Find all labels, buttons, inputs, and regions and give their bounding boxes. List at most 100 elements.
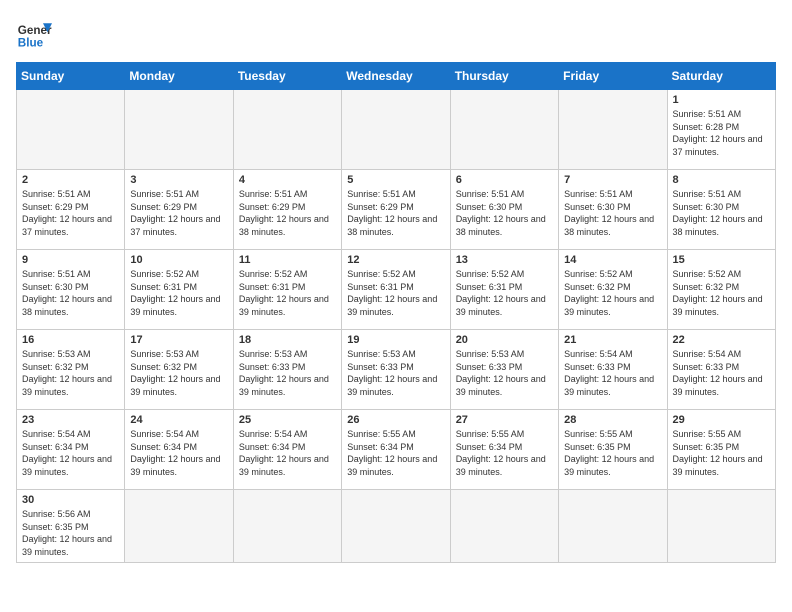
cell-info: Sunrise: 5:54 AM Sunset: 6:34 PM Dayligh… — [22, 428, 119, 478]
calendar-table: SundayMondayTuesdayWednesdayThursdayFrid… — [16, 62, 776, 563]
day-number: 4 — [239, 174, 336, 186]
cell-info: Sunrise: 5:52 AM Sunset: 6:31 PM Dayligh… — [456, 268, 553, 318]
calendar-cell — [125, 490, 233, 563]
calendar-cell — [342, 490, 450, 563]
day-number: 16 — [22, 334, 119, 346]
calendar-cell: 2 Sunrise: 5:51 AM Sunset: 6:29 PM Daylig… — [17, 170, 125, 250]
calendar-cell: 13 Sunrise: 5:52 AM Sunset: 6:31 PM Dayli… — [450, 250, 558, 330]
day-number: 1 — [673, 94, 770, 106]
calendar-cell — [559, 490, 667, 563]
calendar-header: General Blue — [16, 16, 776, 52]
cell-info: Sunrise: 5:52 AM Sunset: 6:31 PM Dayligh… — [347, 268, 444, 318]
cell-info: Sunrise: 5:55 AM Sunset: 6:34 PM Dayligh… — [347, 428, 444, 478]
logo: General Blue — [16, 16, 52, 52]
day-of-week-header: Thursday — [450, 63, 558, 90]
day-number: 27 — [456, 414, 553, 426]
calendar-cell: 19Sunrise: 5:53 AM Sunset: 6:33 PM Dayli… — [342, 330, 450, 410]
day-number: 14 — [564, 254, 661, 266]
calendar-cell: 14 Sunrise: 5:52 AM Sunset: 6:32 PM Dayli… — [559, 250, 667, 330]
day-number: 11 — [239, 254, 336, 266]
calendar-cell: 23 Sunrise: 5:54 AM Sunset: 6:34 PM Dayli… — [17, 410, 125, 490]
calendar-cell — [559, 90, 667, 170]
day-of-week-header: Friday — [559, 63, 667, 90]
day-of-week-header: Monday — [125, 63, 233, 90]
day-number: 7 — [564, 174, 661, 186]
day-number: 21 — [564, 334, 661, 346]
cell-info: Sunrise: 5:51 AM Sunset: 6:29 PM Dayligh… — [239, 188, 336, 238]
calendar-cell: 21 Sunrise: 5:54 AM Sunset: 6:33 PM Dayli… — [559, 330, 667, 410]
calendar-cell: 28 Sunrise: 5:55 AM Sunset: 6:35 PM Dayli… — [559, 410, 667, 490]
day-number: 5 — [347, 174, 444, 186]
cell-info: Sunrise: 5:51 AM Sunset: 6:29 PM Dayligh… — [22, 188, 119, 238]
cell-info: Sunrise: 5:54 AM Sunset: 6:34 PM Dayligh… — [239, 428, 336, 478]
calendar-cell: 17Sunrise: 5:53 AM Sunset: 6:32 PM Dayli… — [125, 330, 233, 410]
day-number: 25 — [239, 414, 336, 426]
calendar-cell — [125, 90, 233, 170]
cell-info: Sunrise: 5:53 AM Sunset: 6:33 PM Dayligh… — [347, 348, 444, 398]
calendar-cell: 1 Sunrise: 5:51 AM Sunset: 6:28 PM Daylig… — [667, 90, 775, 170]
calendar-cell: 18Sunrise: 5:53 AM Sunset: 6:33 PM Dayli… — [233, 330, 341, 410]
calendar-cell — [17, 90, 125, 170]
day-number: 29 — [673, 414, 770, 426]
cell-info: Sunrise: 5:53 AM Sunset: 6:32 PM Dayligh… — [130, 348, 227, 398]
logo-icon: General Blue — [16, 16, 52, 52]
cell-info: Sunrise: 5:51 AM Sunset: 6:29 PM Dayligh… — [347, 188, 444, 238]
day-number: 13 — [456, 254, 553, 266]
cell-info: Sunrise: 5:53 AM Sunset: 6:32 PM Dayligh… — [22, 348, 119, 398]
day-number: 28 — [564, 414, 661, 426]
calendar-cell: 11 Sunrise: 5:52 AM Sunset: 6:31 PM Dayli… — [233, 250, 341, 330]
calendar-cell: 10 Sunrise: 5:52 AM Sunset: 6:31 PM Dayli… — [125, 250, 233, 330]
calendar-cell: 30 Sunrise: 5:56 AM Sunset: 6:35 PM Dayli… — [17, 490, 125, 563]
day-of-week-header: Wednesday — [342, 63, 450, 90]
day-number: 10 — [130, 254, 227, 266]
calendar-cell — [342, 90, 450, 170]
cell-info: Sunrise: 5:56 AM Sunset: 6:35 PM Dayligh… — [22, 508, 119, 558]
day-number: 8 — [673, 174, 770, 186]
day-number: 22 — [673, 334, 770, 346]
calendar-cell: 4 Sunrise: 5:51 AM Sunset: 6:29 PM Daylig… — [233, 170, 341, 250]
day-number: 20 — [456, 334, 553, 346]
day-of-week-header: Tuesday — [233, 63, 341, 90]
cell-info: Sunrise: 5:52 AM Sunset: 6:32 PM Dayligh… — [564, 268, 661, 318]
calendar-cell: 9 Sunrise: 5:51 AM Sunset: 6:30 PM Daylig… — [17, 250, 125, 330]
cell-info: Sunrise: 5:51 AM Sunset: 6:30 PM Dayligh… — [673, 188, 770, 238]
cell-info: Sunrise: 5:53 AM Sunset: 6:33 PM Dayligh… — [456, 348, 553, 398]
calendar-cell — [233, 90, 341, 170]
day-number: 30 — [22, 494, 119, 506]
cell-info: Sunrise: 5:55 AM Sunset: 6:35 PM Dayligh… — [564, 428, 661, 478]
cell-info: Sunrise: 5:51 AM Sunset: 6:29 PM Dayligh… — [130, 188, 227, 238]
day-number: 9 — [22, 254, 119, 266]
day-number: 23 — [22, 414, 119, 426]
day-number: 2 — [22, 174, 119, 186]
cell-info: Sunrise: 5:52 AM Sunset: 6:31 PM Dayligh… — [239, 268, 336, 318]
day-number: 18 — [239, 334, 336, 346]
cell-info: Sunrise: 5:54 AM Sunset: 6:33 PM Dayligh… — [673, 348, 770, 398]
calendar-cell: 12 Sunrise: 5:52 AM Sunset: 6:31 PM Dayli… — [342, 250, 450, 330]
day-number: 15 — [673, 254, 770, 266]
calendar-cell: 29 Sunrise: 5:55 AM Sunset: 6:35 PM Dayli… — [667, 410, 775, 490]
day-number: 3 — [130, 174, 227, 186]
day-number: 6 — [456, 174, 553, 186]
calendar-cell: 24Sunrise: 5:54 AM Sunset: 6:34 PM Dayli… — [125, 410, 233, 490]
calendar-cell — [450, 90, 558, 170]
calendar-cell: 26Sunrise: 5:55 AM Sunset: 6:34 PM Dayli… — [342, 410, 450, 490]
calendar-cell — [667, 490, 775, 563]
cell-info: Sunrise: 5:55 AM Sunset: 6:35 PM Dayligh… — [673, 428, 770, 478]
calendar-cell: 15 Sunrise: 5:52 AM Sunset: 6:32 PM Dayli… — [667, 250, 775, 330]
svg-text:Blue: Blue — [18, 37, 44, 50]
calendar-cell: 25 Sunrise: 5:54 AM Sunset: 6:34 PM Dayli… — [233, 410, 341, 490]
calendar-cell: 6 Sunrise: 5:51 AM Sunset: 6:30 PM Daylig… — [450, 170, 558, 250]
calendar-cell: 16 Sunrise: 5:53 AM Sunset: 6:32 PM Dayli… — [17, 330, 125, 410]
cell-info: Sunrise: 5:54 AM Sunset: 6:33 PM Dayligh… — [564, 348, 661, 398]
calendar-cell: 7Sunrise: 5:51 AM Sunset: 6:30 PM Daylig… — [559, 170, 667, 250]
calendar-cell: 8 Sunrise: 5:51 AM Sunset: 6:30 PM Daylig… — [667, 170, 775, 250]
cell-info: Sunrise: 5:51 AM Sunset: 6:30 PM Dayligh… — [456, 188, 553, 238]
calendar-cell: 5 Sunrise: 5:51 AM Sunset: 6:29 PM Daylig… — [342, 170, 450, 250]
cell-info: Sunrise: 5:51 AM Sunset: 6:28 PM Dayligh… — [673, 108, 770, 158]
calendar-cell: 22 Sunrise: 5:54 AM Sunset: 6:33 PM Dayli… — [667, 330, 775, 410]
cell-info: Sunrise: 5:52 AM Sunset: 6:31 PM Dayligh… — [130, 268, 227, 318]
cell-info: Sunrise: 5:51 AM Sunset: 6:30 PM Dayligh… — [22, 268, 119, 318]
day-number: 12 — [347, 254, 444, 266]
cell-info: Sunrise: 5:55 AM Sunset: 6:34 PM Dayligh… — [456, 428, 553, 478]
cell-info: Sunrise: 5:52 AM Sunset: 6:32 PM Dayligh… — [673, 268, 770, 318]
